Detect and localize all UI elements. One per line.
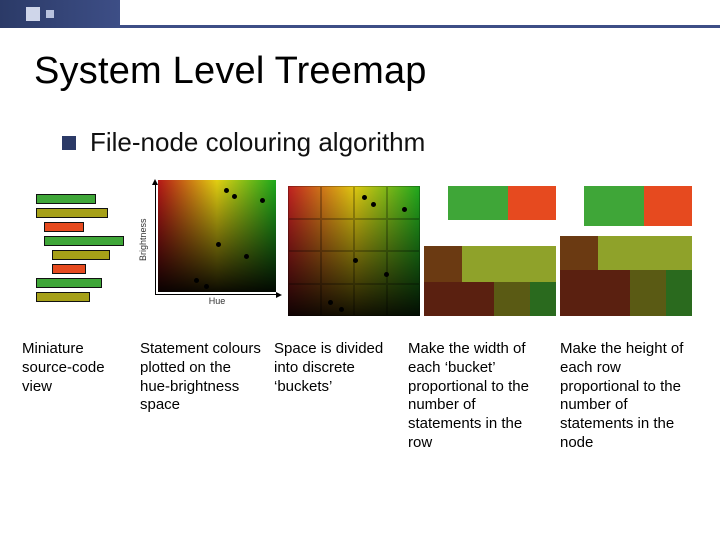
code-bar <box>44 222 84 232</box>
treemap-cell <box>560 226 692 236</box>
caption-5: Make the height of each row proportional… <box>560 340 700 453</box>
axis-y-label: Brightness <box>138 190 152 290</box>
treemap-cell <box>424 220 556 246</box>
treemap-cell <box>598 236 692 270</box>
panel-width-proportional <box>424 186 556 316</box>
treemap-cell <box>644 186 692 226</box>
caption-4: Make the width of each ‘bucket’ proporti… <box>408 340 548 453</box>
data-point-icon <box>216 242 221 247</box>
arrow-up-icon <box>152 179 158 185</box>
axis-x-label: Hue <box>158 296 276 306</box>
data-point-icon <box>224 188 229 193</box>
panel-buckets-grid <box>288 186 420 316</box>
treemap-row <box>424 282 556 316</box>
treemap-row <box>424 246 556 282</box>
treemap-row <box>560 270 692 316</box>
panel-height-proportional <box>560 186 692 316</box>
code-bar <box>36 292 90 302</box>
data-point-icon <box>232 194 237 199</box>
treemap-cell <box>560 236 598 270</box>
treemap-cell <box>560 270 630 316</box>
code-bar <box>36 194 96 204</box>
data-point-icon <box>260 198 265 203</box>
treemap-row <box>560 236 692 270</box>
treemap-row <box>424 186 556 220</box>
bucket-grid <box>288 186 420 316</box>
code-bar <box>52 250 110 260</box>
slide-title: System Level Treemap <box>34 50 720 93</box>
top-rule <box>120 22 720 28</box>
code-bar <box>44 236 124 246</box>
code-bar <box>52 264 86 274</box>
caption-1: Miniature source-code view <box>22 340 128 396</box>
treemap-cell <box>424 246 462 282</box>
data-point-icon <box>204 284 209 289</box>
treemap-cell <box>494 282 530 316</box>
arrow-right-icon <box>276 292 282 298</box>
figure-row: Brightness Hue <box>22 176 720 316</box>
treemap-cell <box>666 270 692 316</box>
caption-row: Miniature source-code view Statement col… <box>22 340 720 453</box>
treemap-cell <box>424 186 448 220</box>
data-point-icon <box>244 254 249 259</box>
caption-2: Statement colours plotted on the hue-bri… <box>140 340 262 415</box>
treemap-cell <box>584 186 644 226</box>
decor-square-icon <box>26 7 40 21</box>
treemap-cell <box>424 282 494 316</box>
caption-3: Space is divided into discrete ‘buckets’ <box>274 340 396 396</box>
treemap-cell <box>462 246 556 282</box>
axis-x-line <box>155 294 277 295</box>
code-bar <box>36 208 108 218</box>
treemap-cell <box>508 186 556 220</box>
bullet-text: File-node colouring algorithm <box>90 127 425 158</box>
slide: System Level Treemap File-node colouring… <box>0 0 720 540</box>
treemap-cell <box>560 186 584 226</box>
bullet-marker-icon <box>62 136 76 150</box>
code-bar <box>36 278 102 288</box>
treemap-row <box>424 220 556 246</box>
treemap-cell <box>448 186 508 220</box>
decor-square-small-icon <box>46 10 54 18</box>
panel-hue-brightness: Brightness Hue <box>136 176 284 316</box>
treemap-cell <box>630 270 666 316</box>
gradient-plot <box>158 180 276 292</box>
data-point-icon <box>194 278 199 283</box>
treemap-row <box>560 186 692 226</box>
panel-miniature-source <box>22 186 132 316</box>
axis-y-line <box>155 182 156 294</box>
slide-topbar <box>0 0 720 28</box>
accent-block <box>0 0 120 28</box>
treemap-cell <box>530 282 556 316</box>
bullet-item: File-node colouring algorithm <box>62 127 720 158</box>
treemap-row <box>560 226 692 236</box>
